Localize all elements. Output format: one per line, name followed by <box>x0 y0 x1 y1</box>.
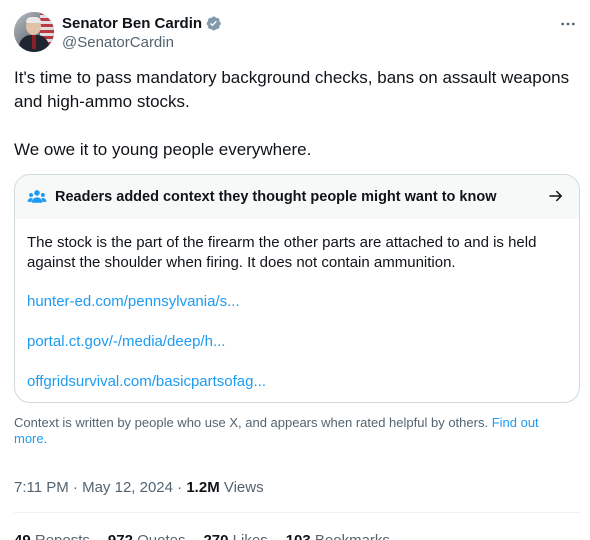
stat-count: 270 <box>203 532 228 540</box>
reposts-stat[interactable]: 49 Reposts <box>14 531 90 540</box>
stat-count: 49 <box>14 532 31 540</box>
tweet-meta: 7:11 PM · May 12, 2024 · 1.2M Views <box>14 478 264 498</box>
source-link[interactable]: portal.ct.gov/-/media/deep/h... <box>27 332 567 352</box>
stat-count: 103 <box>286 532 311 540</box>
meta-separator: · <box>173 479 187 496</box>
author-handle[interactable]: @SenatorCardin <box>62 34 174 51</box>
likes-stat[interactable]: 270 Likes <box>203 531 267 540</box>
tweet-paragraph: We owe it to young people everywhere. <box>14 140 312 159</box>
views-count: 1.2M <box>186 479 220 496</box>
community-note-text: The stock is the part of the firearm the… <box>27 234 537 271</box>
tweet-time[interactable]: 7:11 PM <box>14 479 69 496</box>
engagement-stats: 49 Reposts 972 Quotes 270 Likes 103 Book… <box>14 531 390 540</box>
community-note-header[interactable]: Readers added context they thought peopl… <box>15 175 579 219</box>
stat-label: Likes <box>233 532 268 540</box>
tweet-header: Senator Ben Cardin @SenatorCardin <box>14 12 580 56</box>
tweet-text: It's time to pass mandatory background c… <box>14 66 574 162</box>
source-link[interactable]: offgridsurvival.com/basicpartsofag... <box>27 372 567 392</box>
community-note: Readers added context they thought peopl… <box>14 174 580 403</box>
name-row: Senator Ben Cardin <box>62 13 222 33</box>
tweet-date[interactable]: May 12, 2024 <box>82 479 173 496</box>
disclaimer-text: Context is written by people who use X, … <box>14 415 492 430</box>
stat-count: 972 <box>108 532 133 540</box>
community-note-body: The stock is the part of the firearm the… <box>15 219 579 392</box>
quotes-stat[interactable]: 972 Quotes <box>108 531 186 540</box>
arrow-right-icon[interactable] <box>547 187 565 205</box>
note-disclaimer: Context is written by people who use X, … <box>14 415 574 447</box>
people-icon <box>27 190 47 203</box>
stat-label: Reposts <box>35 532 90 540</box>
more-options-icon[interactable] <box>558 14 578 34</box>
stat-label: Bookmarks <box>315 532 390 540</box>
meta-separator: · <box>68 479 83 496</box>
bookmarks-stat[interactable]: 103 Bookmarks <box>286 531 390 540</box>
stat-label: Quotes <box>137 532 185 540</box>
author-display-name[interactable]: Senator Ben Cardin <box>62 15 202 32</box>
verified-badge-icon[interactable] <box>205 15 222 32</box>
source-link[interactable]: hunter-ed.com/pennsylvania/s... <box>27 292 567 312</box>
tweet-paragraph: It's time to pass mandatory background c… <box>14 68 570 111</box>
views-label: Views <box>219 479 264 496</box>
community-note-title: Readers added context they thought peopl… <box>55 189 497 205</box>
divider <box>14 512 580 513</box>
avatar[interactable] <box>14 12 54 52</box>
